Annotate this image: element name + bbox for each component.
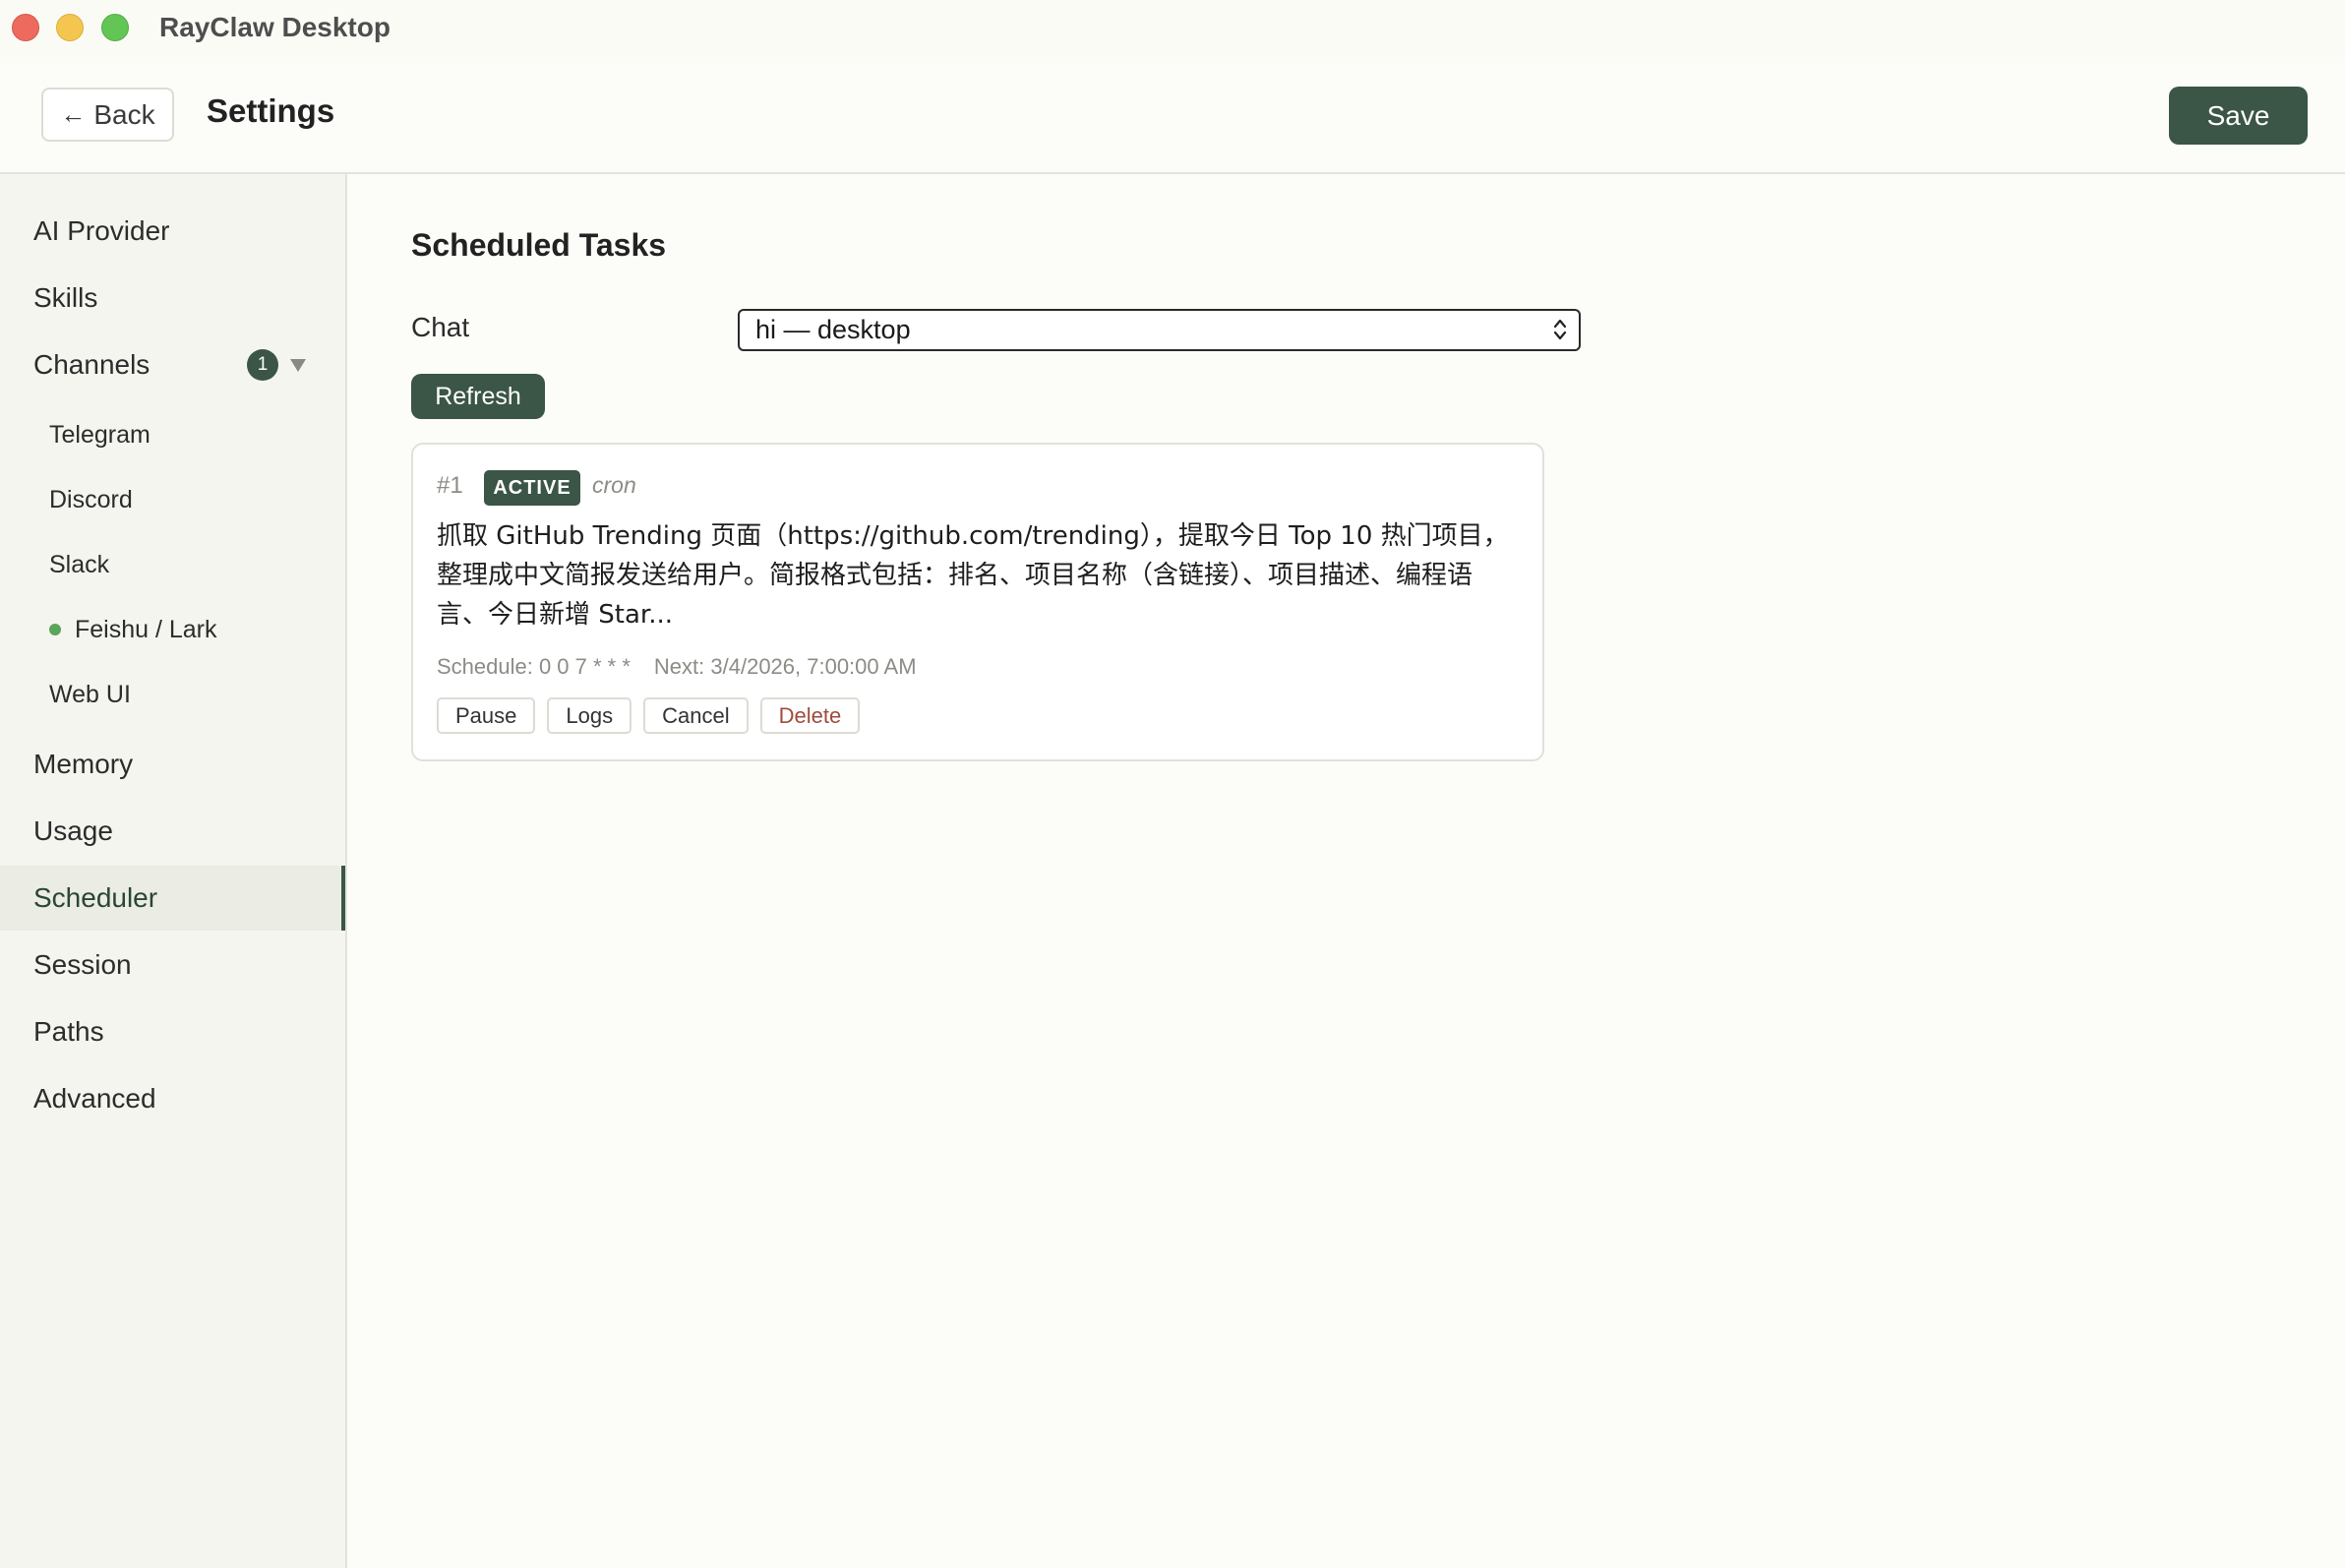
task-type: cron <box>592 472 636 498</box>
channels-count-badge: 1 <box>247 349 278 381</box>
status-badge: ACTIVE <box>484 470 580 506</box>
sidebar-item-label: Slack <box>49 550 110 578</box>
sidebar-item-skills[interactable]: Skills <box>0 266 345 331</box>
sidebar-item-ai-provider[interactable]: AI Provider <box>0 199 345 264</box>
sidebar-item-label: AI Provider <box>33 215 170 246</box>
sidebar-item-label: Channels <box>33 349 150 380</box>
back-button[interactable]: ← Back <box>41 88 174 142</box>
sidebar-item-discord[interactable]: Discord <box>0 467 345 532</box>
title-bar: RayClaw Desktop <box>0 0 2345 57</box>
arrow-left-icon: ← <box>60 99 87 129</box>
sidebar-item-web-ui[interactable]: Web UI <box>0 662 345 727</box>
settings-header: ← Back Settings Save <box>0 57 2345 174</box>
sidebar-item-label: Memory <box>33 749 134 779</box>
task-id: #1 <box>437 472 463 499</box>
minimize-window-button[interactable] <box>56 14 84 41</box>
chat-label: Chat <box>411 312 470 342</box>
close-window-button[interactable] <box>12 14 39 41</box>
sidebar-item-channels[interactable]: Channels 1 <box>0 332 345 397</box>
back-button-label: Back <box>93 98 155 130</box>
task-prompt: 抓取 GitHub Trending 页面（https://github.com… <box>437 521 1509 630</box>
delete-button[interactable]: Delete <box>759 697 861 734</box>
logs-button[interactable]: Logs <box>547 697 632 734</box>
maximize-window-button[interactable] <box>101 14 129 41</box>
chevron-down-icon[interactable] <box>290 359 306 372</box>
sidebar-item-session[interactable]: Session <box>0 933 345 997</box>
sidebar-item-advanced[interactable]: Advanced <box>0 1066 345 1131</box>
cancel-button[interactable]: Cancel <box>643 697 749 734</box>
sidebar-item-label: Scheduler <box>33 882 158 913</box>
sidebar-item-label: Paths <box>33 1016 104 1047</box>
sidebar-item-label: Session <box>33 949 132 980</box>
section-title: Scheduled Tasks <box>411 227 667 263</box>
sidebar-item-scheduler[interactable]: Scheduler <box>0 866 345 931</box>
sidebar-item-label: Skills <box>33 282 98 313</box>
connected-status-dot-icon <box>49 624 61 635</box>
task-next-run: Next: 3/4/2026, 7:00:00 AM <box>653 654 917 679</box>
pause-button[interactable]: Pause <box>437 697 536 734</box>
task-schedule: Schedule: 0 0 7 * * * <box>437 654 631 679</box>
chat-select[interactable]: hi — desktop <box>738 309 1581 351</box>
select-chevron-icon <box>1553 319 1567 340</box>
page-title: Settings <box>207 92 335 129</box>
sidebar-item-label: Discord <box>49 485 133 513</box>
sidebar-item-label: Telegram <box>49 420 150 449</box>
settings-sidebar: AI Provider Skills Channels 1 Telegram D… <box>0 174 347 1568</box>
sidebar-item-label: Usage <box>33 815 113 846</box>
refresh-button[interactable]: Refresh <box>411 374 545 419</box>
task-card: #1 ACTIVE cron 抓取 GitHub Trending 页面（htt… <box>411 443 1544 761</box>
sidebar-item-slack[interactable]: Slack <box>0 532 345 597</box>
sidebar-item-label: Feishu / Lark <box>75 615 217 643</box>
chat-select-value: hi — desktop <box>755 315 911 344</box>
task-actions: Pause Logs Cancel Delete <box>437 697 861 734</box>
scheduler-panel: Scheduled Tasks Chat hi — desktop Refres… <box>347 174 2345 1568</box>
sidebar-item-label: Advanced <box>33 1083 156 1114</box>
sidebar-item-label: Web UI <box>49 680 131 708</box>
sidebar-item-paths[interactable]: Paths <box>0 999 345 1064</box>
sidebar-item-usage[interactable]: Usage <box>0 799 345 864</box>
sidebar-item-telegram[interactable]: Telegram <box>0 402 345 467</box>
sidebar-item-feishu-lark[interactable]: Feishu / Lark <box>0 597 345 662</box>
task-meta: Schedule: 0 0 7 * * * Next: 3/4/2026, 7:… <box>437 654 917 680</box>
sidebar-item-memory[interactable]: Memory <box>0 732 345 797</box>
app-title: RayClaw Desktop <box>159 12 391 42</box>
save-button[interactable]: Save <box>2169 87 2308 145</box>
